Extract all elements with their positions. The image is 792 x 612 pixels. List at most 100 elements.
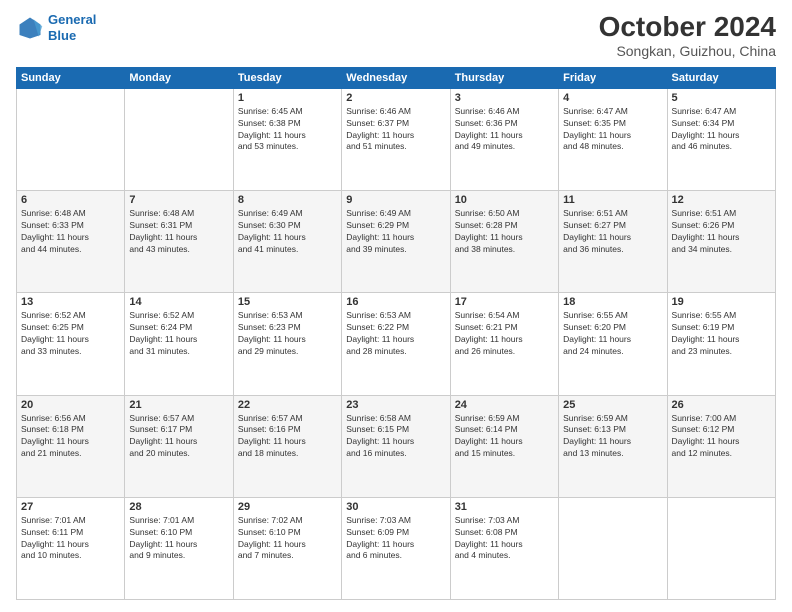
day-info: Sunrise: 7:00 AMSunset: 6:12 PMDaylight:…	[672, 413, 771, 461]
calendar-cell: 24 Sunrise: 6:59 AMSunset: 6:14 PMDayligh…	[450, 395, 558, 497]
day-number: 7	[129, 194, 228, 206]
calendar-cell: 7 Sunrise: 6:48 AMSunset: 6:31 PMDaylight…	[125, 191, 233, 293]
day-number: 16	[346, 296, 445, 308]
calendar-cell	[559, 497, 667, 599]
logo: General Blue	[16, 12, 96, 43]
day-number: 31	[455, 501, 554, 513]
day-number: 14	[129, 296, 228, 308]
day-info: Sunrise: 6:47 AMSunset: 6:35 PMDaylight:…	[563, 106, 662, 154]
calendar-cell: 11Sunrise: 6:51 AMSunset: 6:27 PMDayligh…	[559, 191, 667, 293]
day-info: Sunrise: 6:51 AMSunset: 6:26 PMDaylight:…	[672, 208, 771, 256]
calendar-cell: 22Sunrise: 6:57 AMSunset: 6:16 PMDayligh…	[233, 395, 341, 497]
calendar-week-3: 13 Sunrise: 6:52 AMSunset: 6:25 PMDayligh…	[17, 293, 776, 395]
calendar-cell: 12 Sunrise: 6:51 AMSunset: 6:26 PMDayligh…	[667, 191, 775, 293]
day-number: 18	[563, 296, 662, 308]
day-info: Sunrise: 6:55 AMSunset: 6:19 PMDaylight:…	[672, 310, 771, 358]
day-info: Sunrise: 6:59 AMSunset: 6:14 PMDaylight:…	[455, 413, 554, 461]
day-number: 11	[563, 194, 662, 206]
day-info: Sunrise: 7:01 AMSunset: 6:10 PMDaylight:…	[129, 515, 228, 563]
calendar-week-2: 6Sunrise: 6:48 AMSunset: 6:33 PMDaylight…	[17, 191, 776, 293]
day-info: Sunrise: 6:55 AMSunset: 6:20 PMDaylight:…	[563, 310, 662, 358]
col-saturday: Saturday	[667, 67, 775, 88]
calendar-cell: 23 Sunrise: 6:58 AMSunset: 6:15 PMDayligh…	[342, 395, 450, 497]
day-info: Sunrise: 6:46 AMSunset: 6:37 PMDaylight:…	[346, 106, 445, 154]
day-info: Sunrise: 6:52 AMSunset: 6:25 PMDaylight:…	[21, 310, 120, 358]
day-number: 9	[346, 194, 445, 206]
day-info: Sunrise: 6:57 AMSunset: 6:17 PMDaylight:…	[129, 413, 228, 461]
calendar-cell: 5Sunrise: 6:47 AMSunset: 6:34 PMDaylight…	[667, 88, 775, 190]
day-info: Sunrise: 6:46 AMSunset: 6:36 PMDaylight:…	[455, 106, 554, 154]
logo-text: General Blue	[48, 12, 96, 43]
calendar-cell: 29Sunrise: 7:02 AMSunset: 6:10 PMDayligh…	[233, 497, 341, 599]
col-monday: Monday	[125, 67, 233, 88]
calendar-cell: 4 Sunrise: 6:47 AMSunset: 6:35 PMDaylight…	[559, 88, 667, 190]
calendar-title: October 2024	[599, 12, 776, 43]
calendar-cell: 15 Sunrise: 6:53 AMSunset: 6:23 PMDayligh…	[233, 293, 341, 395]
day-number: 28	[129, 501, 228, 513]
logo-general: General	[48, 12, 96, 27]
calendar-cell: 20 Sunrise: 6:56 AMSunset: 6:18 PMDayligh…	[17, 395, 125, 497]
day-info: Sunrise: 6:56 AMSunset: 6:18 PMDaylight:…	[21, 413, 120, 461]
calendar-cell: 9 Sunrise: 6:49 AMSunset: 6:29 PMDaylight…	[342, 191, 450, 293]
calendar-cell: 13 Sunrise: 6:52 AMSunset: 6:25 PMDayligh…	[17, 293, 125, 395]
title-block: October 2024 Songkan, Guizhou, China	[599, 12, 776, 59]
calendar-cell: 18 Sunrise: 6:55 AMSunset: 6:20 PMDayligh…	[559, 293, 667, 395]
calendar-table: Sunday Monday Tuesday Wednesday Thursday…	[16, 67, 776, 600]
day-info: Sunrise: 7:01 AMSunset: 6:11 PMDaylight:…	[21, 515, 120, 563]
col-thursday: Thursday	[450, 67, 558, 88]
calendar-cell	[125, 88, 233, 190]
day-number: 25	[563, 399, 662, 411]
day-number: 26	[672, 399, 771, 411]
day-info: Sunrise: 6:54 AMSunset: 6:21 PMDaylight:…	[455, 310, 554, 358]
day-info: Sunrise: 6:49 AMSunset: 6:30 PMDaylight:…	[238, 208, 337, 256]
calendar-cell: 8 Sunrise: 6:49 AMSunset: 6:30 PMDaylight…	[233, 191, 341, 293]
calendar-cell	[17, 88, 125, 190]
calendar-cell: 6Sunrise: 6:48 AMSunset: 6:33 PMDaylight…	[17, 191, 125, 293]
day-number: 22	[238, 399, 337, 411]
calendar-header-row: Sunday Monday Tuesday Wednesday Thursday…	[17, 67, 776, 88]
day-number: 5	[672, 92, 771, 104]
day-info: Sunrise: 6:52 AMSunset: 6:24 PMDaylight:…	[129, 310, 228, 358]
col-tuesday: Tuesday	[233, 67, 341, 88]
day-number: 21	[129, 399, 228, 411]
calendar-cell: 1Sunrise: 6:45 AMSunset: 6:38 PMDaylight…	[233, 88, 341, 190]
calendar-cell: 2 Sunrise: 6:46 AMSunset: 6:37 PMDaylight…	[342, 88, 450, 190]
day-info: Sunrise: 7:03 AMSunset: 6:08 PMDaylight:…	[455, 515, 554, 563]
day-info: Sunrise: 7:03 AMSunset: 6:09 PMDaylight:…	[346, 515, 445, 563]
day-info: Sunrise: 6:48 AMSunset: 6:33 PMDaylight:…	[21, 208, 120, 256]
day-info: Sunrise: 6:53 AMSunset: 6:22 PMDaylight:…	[346, 310, 445, 358]
day-number: 29	[238, 501, 337, 513]
day-number: 13	[21, 296, 120, 308]
calendar-subtitle: Songkan, Guizhou, China	[599, 43, 776, 59]
day-info: Sunrise: 6:45 AMSunset: 6:38 PMDaylight:…	[238, 106, 337, 154]
calendar-cell: 28 Sunrise: 7:01 AMSunset: 6:10 PMDayligh…	[125, 497, 233, 599]
calendar-cell: 26 Sunrise: 7:00 AMSunset: 6:12 PMDayligh…	[667, 395, 775, 497]
day-number: 10	[455, 194, 554, 206]
day-info: Sunrise: 6:48 AMSunset: 6:31 PMDaylight:…	[129, 208, 228, 256]
calendar-week-5: 27Sunrise: 7:01 AMSunset: 6:11 PMDayligh…	[17, 497, 776, 599]
day-number: 4	[563, 92, 662, 104]
day-info: Sunrise: 6:49 AMSunset: 6:29 PMDaylight:…	[346, 208, 445, 256]
logo-blue-text: Blue	[48, 28, 76, 43]
day-number: 24	[455, 399, 554, 411]
col-friday: Friday	[559, 67, 667, 88]
day-number: 15	[238, 296, 337, 308]
calendar-cell: 3Sunrise: 6:46 AMSunset: 6:36 PMDaylight…	[450, 88, 558, 190]
calendar-cell	[667, 497, 775, 599]
day-number: 19	[672, 296, 771, 308]
day-info: Sunrise: 6:53 AMSunset: 6:23 PMDaylight:…	[238, 310, 337, 358]
day-info: Sunrise: 6:59 AMSunset: 6:13 PMDaylight:…	[563, 413, 662, 461]
day-number: 17	[455, 296, 554, 308]
day-info: Sunrise: 6:50 AMSunset: 6:28 PMDaylight:…	[455, 208, 554, 256]
calendar-week-4: 20 Sunrise: 6:56 AMSunset: 6:18 PMDayligh…	[17, 395, 776, 497]
day-number: 20	[21, 399, 120, 411]
col-sunday: Sunday	[17, 67, 125, 88]
day-number: 12	[672, 194, 771, 206]
calendar-cell: 16 Sunrise: 6:53 AMSunset: 6:22 PMDayligh…	[342, 293, 450, 395]
col-wednesday: Wednesday	[342, 67, 450, 88]
day-info: Sunrise: 6:58 AMSunset: 6:15 PMDaylight:…	[346, 413, 445, 461]
day-number: 23	[346, 399, 445, 411]
day-number: 8	[238, 194, 337, 206]
day-number: 2	[346, 92, 445, 104]
calendar-cell: 25 Sunrise: 6:59 AMSunset: 6:13 PMDayligh…	[559, 395, 667, 497]
